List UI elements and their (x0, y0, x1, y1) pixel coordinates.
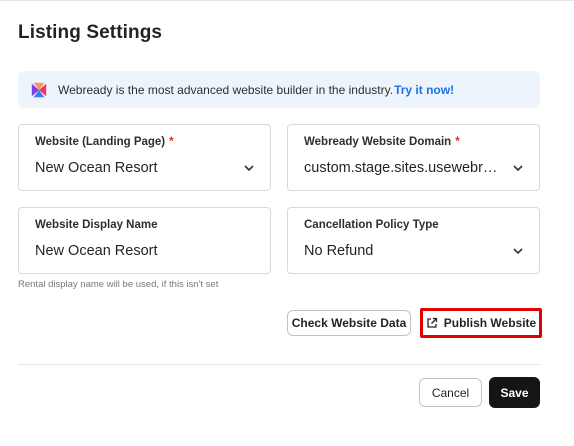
website-display-name-field[interactable]: Website Display Name New Ocean Resort (18, 207, 271, 274)
try-it-now-link[interactable]: Try it now! (394, 83, 454, 97)
publish-website-button[interactable]: Publish Website (420, 308, 542, 338)
required-marker: * (169, 136, 174, 148)
website-landing-page-value: New Ocean Resort (35, 160, 158, 176)
save-button[interactable]: Save (489, 377, 540, 408)
cancel-button[interactable]: Cancel (419, 378, 482, 407)
website-display-name-label: Website Display Name (35, 219, 158, 231)
website-display-name-value[interactable]: New Ocean Resort (35, 243, 158, 259)
page-title: Listing Settings (18, 22, 163, 43)
required-marker: * (455, 136, 460, 148)
webready-domain-label: Webready Website Domain * (304, 136, 460, 148)
chevron-down-icon (513, 248, 523, 255)
promo-banner: Webready is the most advanced website bu… (18, 71, 540, 108)
cancellation-policy-select[interactable]: Cancellation Policy Type No Refund (287, 207, 540, 274)
chevron-down-icon (513, 165, 523, 172)
external-link-icon (427, 317, 437, 328)
cancellation-policy-label: Cancellation Policy Type (304, 219, 439, 231)
footer-divider (18, 364, 540, 365)
top-divider (0, 0, 574, 1)
display-name-helper-text: Rental display name will be used, if thi… (18, 279, 219, 290)
check-website-data-button[interactable]: Check Website Data (287, 310, 411, 336)
banner-text: Webready is the most advanced website bu… (58, 82, 394, 97)
publish-website-label: Publish Website (443, 316, 537, 330)
website-landing-page-select[interactable]: Website (Landing Page) * New Ocean Resort (18, 124, 271, 191)
chevron-down-icon (244, 165, 254, 172)
webready-logo-icon (31, 82, 47, 97)
webready-domain-value: custom.stage.sites.usewebready.com (304, 160, 499, 176)
website-landing-page-label: Website (Landing Page) * (35, 136, 174, 148)
webready-domain-select[interactable]: Webready Website Domain * custom.stage.si… (287, 124, 540, 191)
cancellation-policy-value: No Refund (304, 243, 374, 259)
